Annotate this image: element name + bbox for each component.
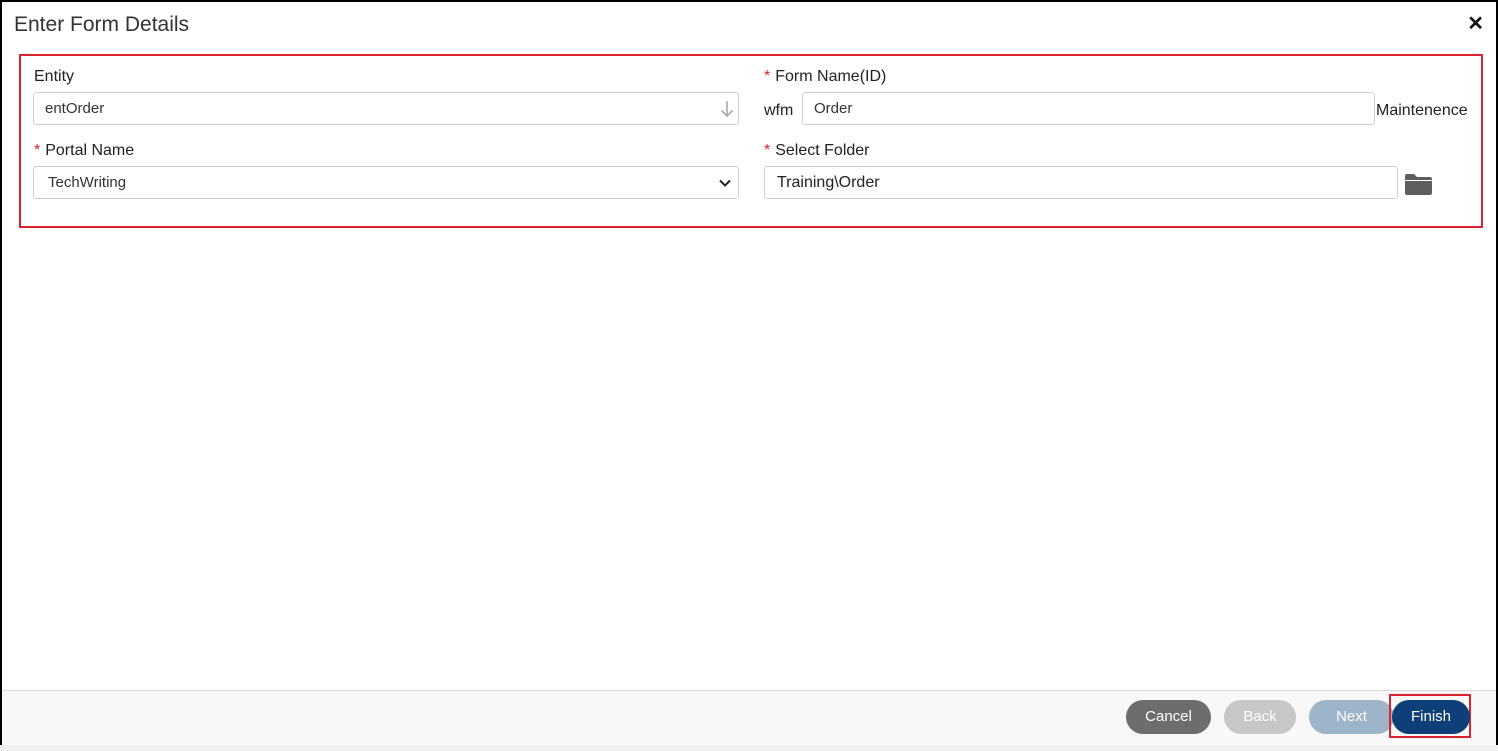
form-name-input[interactable]: Order — [802, 92, 1375, 125]
form-name-value: Order — [814, 100, 853, 117]
form-name-prefix: wfm — [764, 102, 794, 119]
form-details-dialog: Enter Form Details ✕ Entity entOrder * Fo… — [0, 0, 1498, 748]
fields-highlight-box: Entity entOrder * Form Name(ID) wfm Order… — [19, 54, 1483, 228]
portal-name-value: TechWriting — [48, 174, 127, 191]
close-icon[interactable]: ✕ — [1467, 12, 1484, 36]
select-folder-input[interactable]: Training\Order — [764, 166, 1398, 199]
background-strip — [0, 745, 1498, 751]
entity-field[interactable]: entOrder — [33, 92, 739, 125]
entity-value: entOrder — [45, 100, 105, 117]
select-folder-label: * Select Folder — [764, 142, 870, 159]
down-arrow-icon — [720, 101, 734, 118]
finish-button[interactable]: Finish — [1392, 700, 1470, 734]
next-button[interactable]: Next — [1309, 700, 1394, 734]
portal-name-select[interactable]: TechWriting — [33, 166, 739, 199]
back-button[interactable]: Back — [1224, 700, 1296, 734]
select-folder-value: Training\Order — [777, 174, 880, 191]
dialog-title: Enter Form Details — [14, 13, 190, 36]
entity-label: Entity — [34, 68, 75, 85]
dialog-footer: Cancel Back Next Finish — [2, 690, 1496, 748]
cancel-button[interactable]: Cancel — [1126, 700, 1211, 734]
folder-icon[interactable] — [1404, 172, 1433, 196]
portal-name-label: * Portal Name — [34, 142, 135, 159]
form-name-label: * Form Name(ID) — [764, 68, 887, 85]
form-name-suffix: Maintenence — [1376, 102, 1468, 119]
chevron-down-icon — [719, 179, 731, 187]
